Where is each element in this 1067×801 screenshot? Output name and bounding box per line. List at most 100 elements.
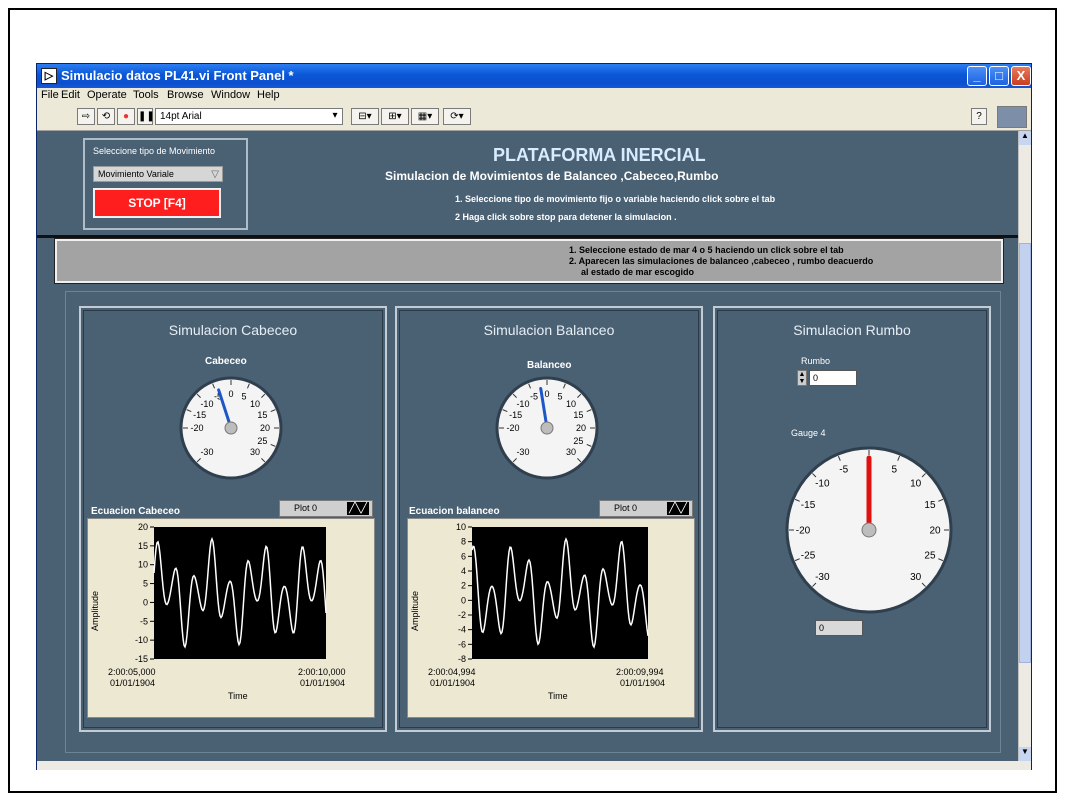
window-title: Simulacio datos PL41.vi Front Panel * bbox=[61, 68, 294, 83]
cabeceo-gauge-tick-label: 15 bbox=[257, 410, 267, 420]
balanceo-gauge-tick-label: 30 bbox=[566, 447, 576, 457]
vi-icon bbox=[997, 106, 1027, 128]
menu-operate[interactable]: Operate bbox=[87, 89, 127, 101]
rumbo-title: Simulacion Rumbo bbox=[793, 322, 911, 338]
cabeceo-gauge: -30-20-15-10-5 0 51015202530 bbox=[179, 376, 283, 480]
rumbo-increment-icon[interactable]: ▲ ▼ bbox=[797, 370, 807, 386]
menu-tools[interactable]: Tools bbox=[133, 89, 159, 101]
balanceo-graph-name: Ecuacion balanceo bbox=[409, 506, 500, 517]
balanceo-gauge-tick-label: -5 bbox=[530, 392, 538, 402]
balanceo-y-tick-label: -4 bbox=[458, 625, 466, 635]
balanceo-x-start-time: 2:00:04,994 bbox=[428, 667, 476, 677]
cabeceo-gauge-tick-label: 30 bbox=[250, 447, 260, 457]
labview-app-icon: ▷ bbox=[41, 68, 57, 84]
cabeceo-graph-name: Ecuacion Cabeceo bbox=[91, 506, 180, 517]
balanceo-y-tick-label: 0 bbox=[461, 595, 466, 605]
balanceo-y-label: Amplitude bbox=[410, 590, 420, 631]
cabeceo-y-tick-label: 5 bbox=[143, 579, 148, 589]
balanceo-gauge-tick-label: 25 bbox=[573, 436, 583, 446]
balanceo-y-tick-label: 4 bbox=[461, 566, 466, 576]
movement-control-box: Seleccione tipo de Movimiento Movimiento… bbox=[83, 138, 248, 230]
help-button[interactable]: ? bbox=[971, 108, 987, 125]
cabeceo-legend-label: Plot 0 bbox=[294, 503, 318, 513]
reorder-icon[interactable]: ⟳▾ bbox=[443, 108, 471, 125]
rumbo-gauge-tick-label: -20 bbox=[796, 525, 811, 536]
menu-edit[interactable]: Edit bbox=[61, 89, 80, 101]
page-subtitle: Simulacion de Movimientos de Balanceo ,C… bbox=[385, 169, 719, 183]
rumbo-numeric-control[interactable]: 0 bbox=[809, 370, 857, 386]
font-dropdown-icon[interactable]: ▾ bbox=[327, 108, 343, 125]
cabeceo-gauge-tick-label: -30 bbox=[200, 447, 213, 457]
balanceo-gauge-tick-label: -15 bbox=[509, 410, 522, 420]
run-arrow-icon[interactable]: ⇨ bbox=[77, 108, 95, 125]
menu-window[interactable]: Window bbox=[211, 89, 250, 101]
maximize-button[interactable]: □ bbox=[989, 66, 1009, 86]
balanceo-x-end-date: 01/01/1904 bbox=[620, 678, 666, 688]
abort-icon[interactable]: ● bbox=[117, 108, 135, 125]
balanceo-legend-label: Plot 0 bbox=[614, 503, 638, 513]
instruction-2: 2 Haga click sobre stop para detener la … bbox=[455, 212, 677, 222]
rumbo-gauge-tick-label: 15 bbox=[924, 500, 936, 511]
rumbo-gauge-tick-label: 5 bbox=[891, 464, 897, 475]
plot-line-icon: ╱╲╱ bbox=[667, 502, 689, 515]
menu-file[interactable]: File bbox=[41, 89, 59, 101]
cabeceo-y-tick-label: 20 bbox=[138, 522, 148, 532]
distribute-objects-icon[interactable]: ⊞▾ bbox=[381, 108, 409, 125]
scroll-thumb[interactable] bbox=[1019, 243, 1031, 663]
balanceo-gauge: -30 -20 -15-10-5 0 51015 20 2530 bbox=[495, 376, 599, 480]
rumbo-gauge-tick-label: 30 bbox=[910, 572, 922, 583]
info-bar: 1. Seleccione estado de mar 4 o 5 hacien… bbox=[54, 238, 1004, 284]
menu-bar: File Edit Operate Tools Browse Window He… bbox=[37, 88, 1031, 104]
cabeceo-x-end-time: 2:00:10,000 bbox=[298, 667, 346, 677]
scroll-down-icon[interactable]: ▼ bbox=[1019, 747, 1031, 761]
movement-type-value: Movimiento Variale bbox=[98, 169, 174, 179]
balanceo-gauge-tick-label: 15 bbox=[573, 410, 583, 420]
cabeceo-y-tick-label: 10 bbox=[138, 560, 148, 570]
chevron-down-icon: ▽ bbox=[211, 169, 219, 180]
menu-browse[interactable]: Browse bbox=[167, 89, 204, 101]
cabeceo-gauge-tick-label: -20 bbox=[190, 423, 203, 433]
close-button[interactable]: X bbox=[1011, 66, 1031, 86]
minimize-button[interactable]: _ bbox=[967, 66, 987, 86]
run-continuously-icon[interactable]: ⟲ bbox=[97, 108, 115, 125]
balanceo-gauge-tick-label: -10 bbox=[516, 399, 529, 409]
cabeceo-gauge-tick-label: 0 bbox=[228, 389, 233, 399]
scroll-up-icon[interactable]: ▲ bbox=[1019, 131, 1031, 145]
balanceo-x-end-time: 2:00:09,994 bbox=[616, 667, 664, 677]
balanceo-plot-legend[interactable]: Plot 0 ╱╲╱ bbox=[599, 500, 693, 517]
horizontal-scrollbar[interactable] bbox=[37, 761, 1031, 770]
balanceo-y-tick-label: 2 bbox=[461, 581, 466, 591]
balanceo-gauge-tick-label: -30 bbox=[516, 447, 529, 457]
title-bar[interactable]: ▷ Simulacio datos PL41.vi Front Panel * … bbox=[37, 64, 1031, 88]
balanceo-gauge-tick-label: -20 bbox=[506, 423, 519, 433]
separator bbox=[37, 235, 1018, 238]
cabeceo-gauge-tick-label: 20 bbox=[260, 423, 270, 433]
cabeceo-y-tick-label: -5 bbox=[140, 616, 148, 626]
cabeceo-x-start-date: 01/01/1904 bbox=[110, 678, 156, 688]
labview-window: ▷ Simulacio datos PL41.vi Front Panel * … bbox=[36, 63, 1032, 770]
font-selector[interactable]: 14pt Arial bbox=[155, 108, 343, 125]
stop-button[interactable]: STOP [F4] bbox=[93, 188, 221, 218]
cabeceo-x-start-time: 2:00:05,000 bbox=[108, 667, 156, 677]
cabeceo-y-tick-label: 15 bbox=[138, 541, 148, 551]
balanceo-y-tick-label: 6 bbox=[461, 551, 466, 561]
cabeceo-plot-legend[interactable]: Plot 0 ╱╲╱ bbox=[279, 500, 373, 517]
rumbo-gauge-tick-label: 20 bbox=[929, 525, 941, 536]
pause-icon[interactable]: ❚❚ bbox=[137, 108, 155, 125]
cabeceo-title: Simulacion Cabeceo bbox=[168, 322, 298, 338]
cabeceo-y-label: Amplitude bbox=[90, 590, 100, 631]
align-objects-icon[interactable]: ⊟▾ bbox=[351, 108, 379, 125]
rumbo-gauge-tick-label: -5 bbox=[839, 464, 848, 475]
balanceo-gauge-tick-label: 0 bbox=[544, 389, 549, 399]
rumbo-gauge-tick-label: -30 bbox=[815, 572, 830, 583]
info-line-3: al estado de mar escogido bbox=[581, 267, 695, 277]
menu-help[interactable]: Help bbox=[257, 89, 280, 101]
cabeceo-gauge-tick-label: 25 bbox=[257, 436, 267, 446]
plot-line-icon: ╱╲╱ bbox=[347, 502, 369, 515]
vertical-scrollbar[interactable]: ▲ ▼ bbox=[1018, 131, 1031, 761]
front-panel: Seleccione tipo de Movimiento Movimiento… bbox=[37, 131, 1018, 761]
page-title: PLATAFORMA INERCIAL bbox=[493, 145, 706, 165]
resize-objects-icon[interactable]: ▦▾ bbox=[411, 108, 439, 125]
balanceo-gauge-tick-label: 10 bbox=[566, 399, 576, 409]
movement-type-selector[interactable]: Movimiento Variale ▽ bbox=[93, 166, 223, 182]
